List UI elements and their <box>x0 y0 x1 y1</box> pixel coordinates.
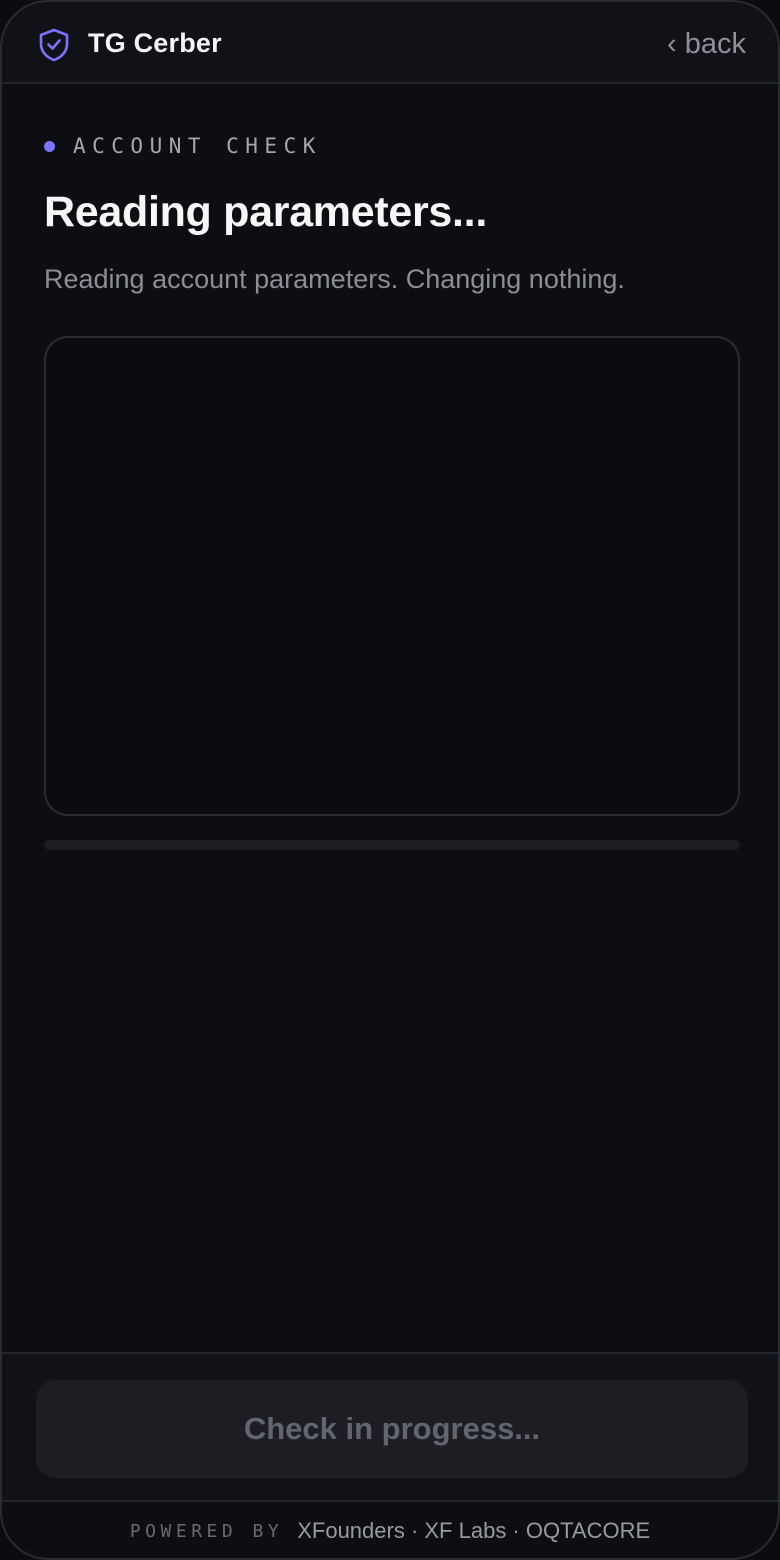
page-subtitle: Reading account parameters. Changing not… <box>44 264 625 294</box>
page-title: Reading parameters... <box>44 188 487 236</box>
check-in-progress-button[interactable]: Check in progress... <box>36 1380 748 1478</box>
app-window: TG Cerber ‹ back ACCOUNT CHECK Reading p… <box>0 0 780 1560</box>
back-button[interactable]: ‹ back <box>667 28 746 61</box>
shield-check-icon <box>39 28 69 62</box>
check-output-panel <box>44 336 740 816</box>
progress-bar <box>44 840 740 850</box>
partners-text: XFounders · XF Labs · OQTACORE <box>297 1518 651 1543</box>
eyebrow-label: ACCOUNT CHECK <box>73 134 322 158</box>
status-dot <box>44 140 55 152</box>
footer: POWERED BY XFounders · XF Labs · OQTACOR… <box>2 1502 778 1558</box>
action-bar: Check in progress... <box>2 1352 778 1502</box>
top-bar: TG Cerber ‹ back <box>2 2 778 84</box>
app-title: TG Cerber <box>88 28 222 58</box>
section-eyebrow: ACCOUNT CHECK <box>44 134 322 158</box>
powered-by-label: POWERED BY <box>129 1520 284 1542</box>
